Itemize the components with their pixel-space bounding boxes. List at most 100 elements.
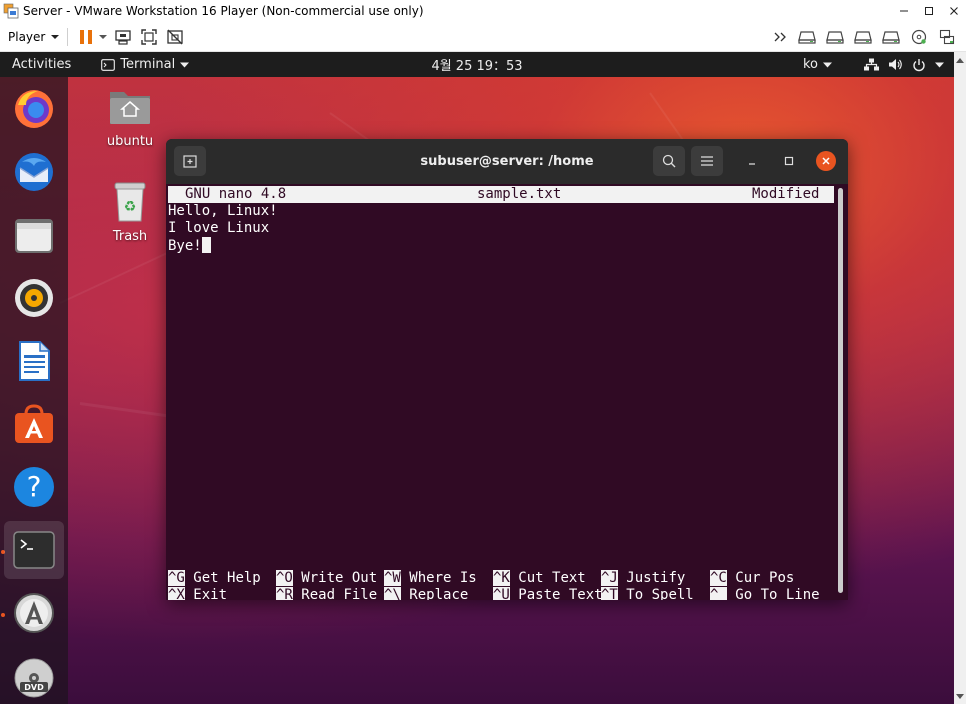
nano-shortcut-cur-pos[interactable]: ^C Cur Pos xyxy=(710,570,794,587)
dock-rhythmbox[interactable] xyxy=(4,269,64,327)
new-tab-button[interactable] xyxy=(174,146,206,176)
cd-dvd-button[interactable] xyxy=(906,26,932,48)
terminal-header-bar[interactable]: subuser@server: /home xyxy=(166,139,848,184)
fullscreen-button[interactable] xyxy=(136,26,162,48)
unity-mode-button[interactable] xyxy=(162,26,188,48)
hard-disk-2-button[interactable] xyxy=(822,26,848,48)
nano-shortcut-replace[interactable]: ^\ Replace xyxy=(384,587,468,600)
shortcut-label: Replace xyxy=(409,587,469,600)
more-devices-button[interactable] xyxy=(770,26,792,48)
network-wired-icon xyxy=(864,58,879,71)
shortcut-key: ^_ xyxy=(710,587,727,600)
thunderbird-icon xyxy=(15,153,53,191)
shortcut-key: ^\ xyxy=(384,587,401,600)
input-method-menu[interactable]: ko xyxy=(803,57,832,72)
nano-shortcut-exit[interactable]: ^X Exit xyxy=(168,587,227,600)
terminal-minimize-button[interactable] xyxy=(742,151,762,171)
shortcut-key: ^G xyxy=(168,570,185,586)
files-icon xyxy=(15,219,53,253)
nano-status: Modified xyxy=(752,186,820,202)
nano-shortcut-paste-text[interactable]: ^U Paste Text xyxy=(493,587,603,600)
nano-shortcut-write-out[interactable]: ^O Write Out xyxy=(276,570,377,587)
search-button[interactable] xyxy=(653,146,685,176)
shortcut-key: ^K xyxy=(493,570,510,586)
nano-text-line[interactable]: Hello, Linux! xyxy=(168,203,278,220)
minimize-icon xyxy=(749,163,755,165)
ctrl-alt-del-icon xyxy=(115,29,131,45)
desktop-icon-trash[interactable]: ♻ Trash xyxy=(100,181,160,244)
network-adapter-button[interactable] xyxy=(934,26,960,48)
shortcut-label: Cur Pos xyxy=(735,570,795,586)
desktop-icon-home[interactable]: ubuntu xyxy=(100,86,160,149)
dropdown-arrow-icon xyxy=(99,34,108,39)
close-button[interactable] xyxy=(941,0,966,22)
pause-dropdown-button[interactable] xyxy=(96,26,110,48)
shortcut-key: ^U xyxy=(493,587,510,600)
dock-software-updater[interactable] xyxy=(4,584,64,642)
dock-thunderbird[interactable] xyxy=(4,143,64,201)
dropdown-arrow-icon xyxy=(823,62,832,67)
dock-terminal[interactable] xyxy=(4,521,64,579)
desktop-icon-label: Trash xyxy=(112,229,148,244)
text-cursor xyxy=(201,237,211,253)
nano-shortcut-cut-text[interactable]: ^K Cut Text xyxy=(493,570,586,587)
scroll-up-arrow[interactable] xyxy=(954,54,966,66)
vmware-title-bar: Server - VMware Workstation 16 Player (N… xyxy=(0,0,966,22)
search-icon xyxy=(662,154,676,168)
dock-dvd[interactable]: DVD xyxy=(4,649,64,704)
nano-shortcut-read-file[interactable]: ^R Read File xyxy=(276,587,377,600)
close-icon xyxy=(822,157,830,165)
nano-text-line[interactable]: I love Linux xyxy=(168,220,269,237)
dock-files[interactable] xyxy=(4,206,64,264)
dock-libreoffice-writer[interactable] xyxy=(4,332,64,390)
volume-icon xyxy=(889,59,902,70)
scroll-down-arrow[interactable] xyxy=(954,690,966,702)
nano-text-line-with-cursor[interactable]: Bye! xyxy=(168,237,211,255)
terminal-scrollbar[interactable] xyxy=(838,188,843,593)
svg-text:♻: ♻ xyxy=(124,199,137,215)
nano-shortcut-go-to-line[interactable]: ^_ Go To Line xyxy=(710,587,820,600)
send-ctrl-alt-del-button[interactable] xyxy=(110,26,136,48)
shortcut-label: Where Is xyxy=(409,570,477,586)
shortcut-key: ^J xyxy=(601,570,618,586)
nano-shortcut-get-help[interactable]: ^G Get Help xyxy=(168,570,261,587)
nano-shortcut-to-spell[interactable]: ^T To Spell xyxy=(601,587,694,600)
dock-help[interactable]: ? xyxy=(4,458,64,516)
help-icon: ? xyxy=(14,467,54,507)
activities-button[interactable]: Activities xyxy=(0,57,83,72)
svg-text:?: ? xyxy=(27,470,42,503)
hamburger-menu-button[interactable] xyxy=(691,146,723,176)
shortcut-label: Justify xyxy=(626,570,686,586)
terminal-content[interactable]: GNU nano 4.8 sample.txt Modified Hello, … xyxy=(166,184,848,600)
app-menu-terminal[interactable]: Terminal xyxy=(101,57,190,72)
minimize-button[interactable] xyxy=(891,0,916,22)
hard-disk-4-button[interactable] xyxy=(878,26,904,48)
terminal-window: subuser@server: /home GNU nano 4.8 sampl… xyxy=(166,139,848,600)
nano-shortcut-justify[interactable]: ^J Justify xyxy=(601,570,685,587)
arrow-down-icon xyxy=(956,693,964,699)
maximize-button[interactable] xyxy=(916,0,941,22)
terminal-close-button[interactable] xyxy=(816,151,836,171)
hard-disk-3-button[interactable] xyxy=(850,26,876,48)
nano-shortcut-where-is[interactable]: ^W Where Is xyxy=(384,570,477,587)
trash-icon: ♻ xyxy=(114,182,146,222)
player-menu[interactable]: Player xyxy=(0,22,60,51)
shortcut-label: Cut Text xyxy=(518,570,586,586)
vm-vertical-scrollbar[interactable] xyxy=(954,52,966,704)
dock-firefox[interactable] xyxy=(4,80,64,138)
dropdown-arrow-icon xyxy=(935,62,944,67)
terminal-maximize-button[interactable] xyxy=(779,151,799,171)
close-icon xyxy=(949,7,958,15)
pause-button[interactable] xyxy=(76,26,96,48)
terminal-icon xyxy=(13,531,55,569)
nano-filename: sample.txt xyxy=(477,186,562,202)
system-menu[interactable] xyxy=(864,58,944,72)
dropdown-arrow-icon xyxy=(180,62,190,67)
shortcut-key: ^W xyxy=(384,570,401,586)
svg-text:DVD: DVD xyxy=(24,683,44,692)
clock[interactable]: 4월 25 19：53 xyxy=(431,59,522,74)
shortcut-key: ^R xyxy=(276,587,293,600)
hard-disk-1-button[interactable] xyxy=(794,26,820,48)
dock-ubuntu-software[interactable] xyxy=(4,395,64,453)
vmware-toolbar: Player xyxy=(0,22,966,52)
